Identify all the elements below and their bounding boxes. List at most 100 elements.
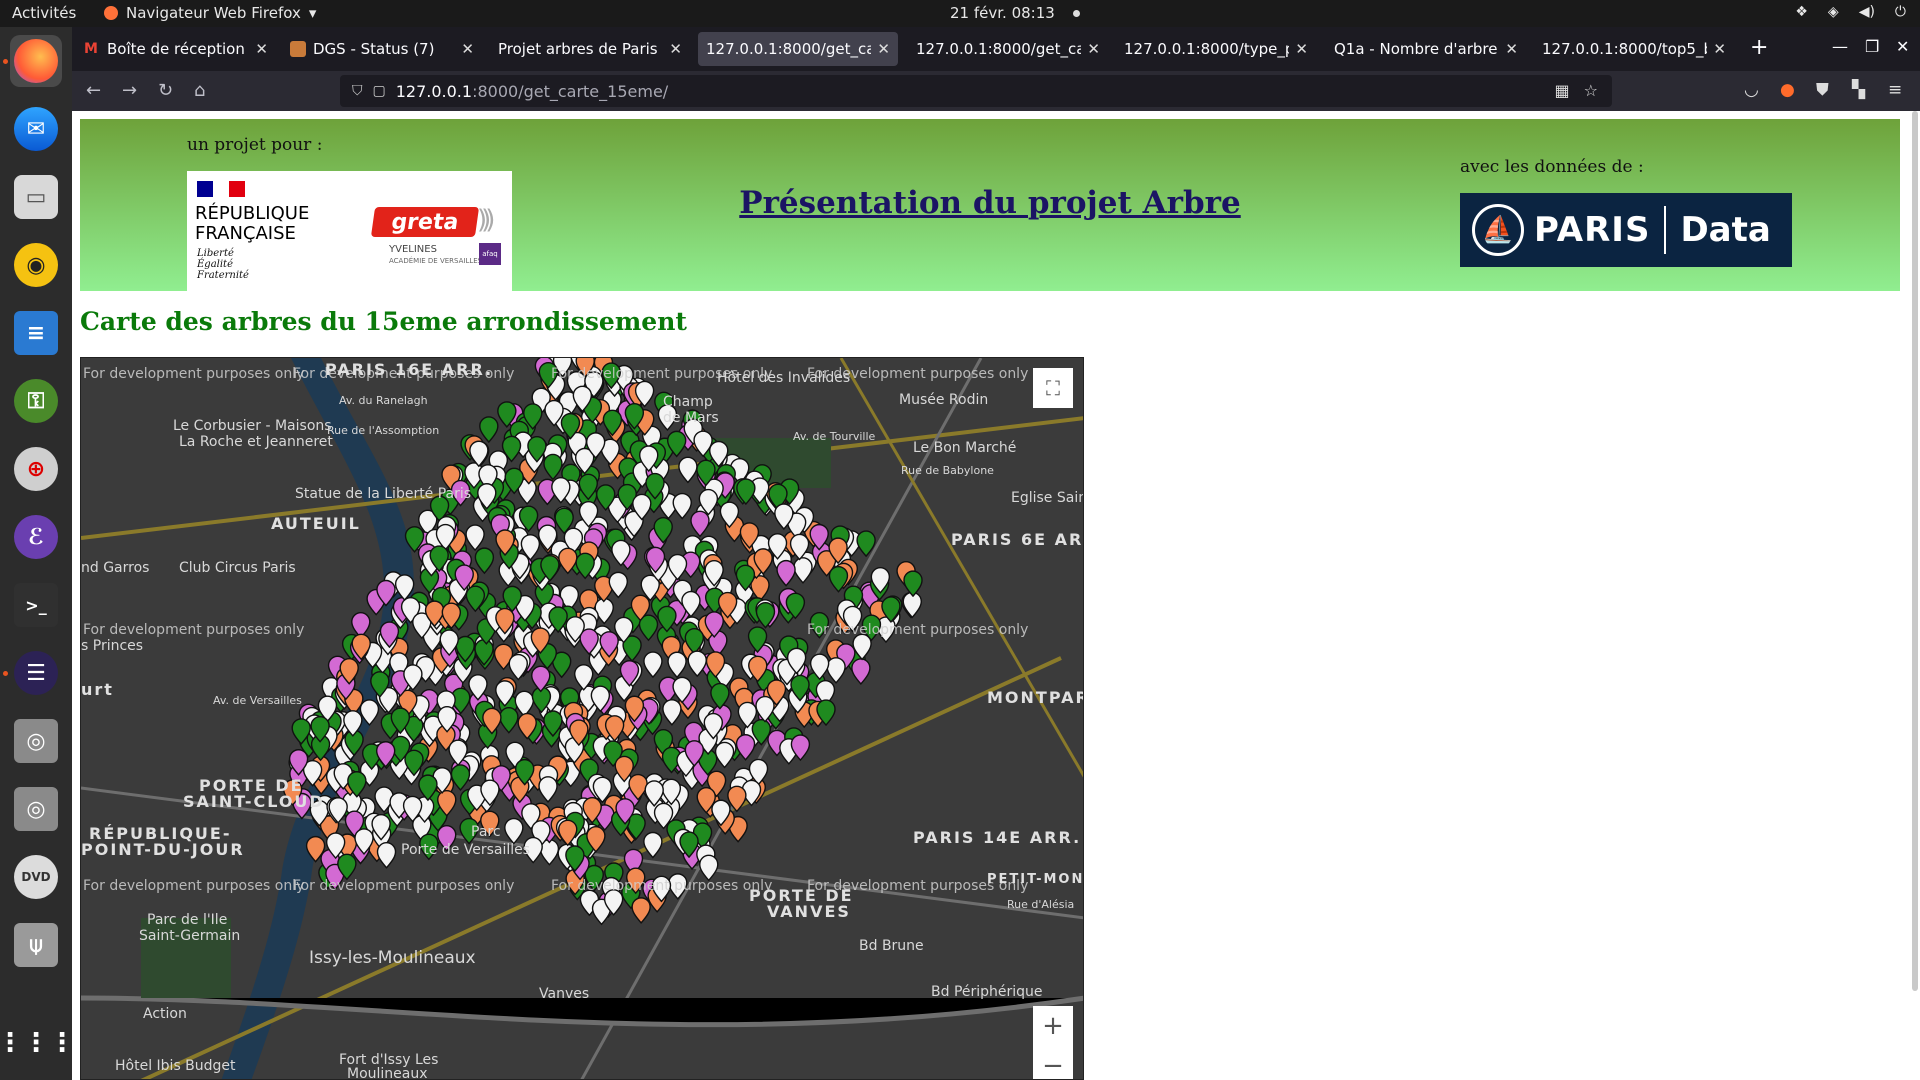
map-label: AUTEUIL bbox=[271, 514, 361, 533]
tab-get-carte[interactable]: 127.0.0.1:8000/get_carte_ ✕ bbox=[908, 32, 1108, 66]
disk-icon: ◎ bbox=[14, 719, 58, 763]
fullscreen-button[interactable]: ⛶ bbox=[1033, 368, 1073, 408]
tracking-shield-icon[interactable]: ⛉ bbox=[352, 83, 363, 99]
zoom-in-button[interactable]: + bbox=[1033, 1006, 1073, 1046]
dock: ✉ ▭ ◉ ≡ ⚿ ⊕ ℰ >_ ☰ ◎ ◎ DVD ⍦ ⋮⋮⋮ bbox=[0, 27, 75, 1080]
url-bar[interactable]: ⛉ ▢ 127.0.0.1:8000/get_carte_15eme/ ▦ ☆ bbox=[340, 75, 1612, 107]
map-label: POINT-DU-JOUR bbox=[81, 840, 245, 859]
dev-watermark: For development purposes only bbox=[551, 878, 773, 894]
show-apps-icon: ⋮⋮⋮ bbox=[0, 1028, 75, 1058]
tab-label: 127.0.0.1:8000/get_carte_ bbox=[706, 40, 872, 58]
map-label: Bd Brune bbox=[859, 938, 924, 954]
dock-disk-1[interactable]: ◎ bbox=[10, 715, 62, 767]
clock-label: 21 févr. 08:13 bbox=[950, 4, 1055, 22]
dock-gpick[interactable]: ⊕ bbox=[10, 443, 62, 495]
map-label: Champ de Mars bbox=[663, 394, 719, 426]
clock[interactable]: 21 févr. 08:13 bbox=[950, 4, 1080, 22]
tab-type-par[interactable]: 127.0.0.1:8000/type_par_a ✕ bbox=[1116, 32, 1316, 66]
map-label: Saint-Germain bbox=[139, 928, 241, 944]
dock-rhythmbox[interactable]: ◉ bbox=[10, 239, 62, 291]
dock-writer[interactable]: ≡ bbox=[10, 307, 62, 359]
devise: Liberté Égalité Fraternité bbox=[197, 248, 249, 281]
tab-dgs-status[interactable]: DGS - Status (7) ✕ bbox=[282, 32, 482, 66]
dock-keepass[interactable]: ⚿ bbox=[10, 375, 62, 427]
greta-subtitle: YVELINES bbox=[389, 244, 437, 255]
dock-usb[interactable]: ⍦ bbox=[10, 919, 62, 971]
google-map[interactable]: For development purposes only For develo… bbox=[80, 357, 1084, 1080]
chevron-down-icon: ▾ bbox=[308, 4, 317, 22]
map-label: Musée Rodin bbox=[899, 392, 989, 408]
zoom-out-button[interactable]: − bbox=[1033, 1046, 1073, 1079]
running-indicator bbox=[3, 671, 8, 676]
map-heading: Carte des arbres du 15eme arrondissement bbox=[80, 307, 687, 336]
map-label: VANVES bbox=[767, 902, 851, 921]
close-icon[interactable]: ✕ bbox=[877, 40, 890, 58]
tab-inbox[interactable]: M Boîte de réception (51) ✕ bbox=[76, 32, 276, 66]
close-icon[interactable]: ✕ bbox=[461, 40, 474, 58]
forward-arrow-icon[interactable]: → bbox=[122, 80, 137, 101]
page-info-icon[interactable]: ▢ bbox=[373, 83, 386, 99]
navigation-bar: ← → ↻ ⌂ ⛉ ▢ 127.0.0.1:8000/get_carte_15e… bbox=[72, 71, 1920, 111]
header-banner: un projet pour : RÉPUBLIQUE FRANÇAISE Lib… bbox=[80, 119, 1900, 291]
qr-code-icon[interactable]: ▦ bbox=[1555, 81, 1570, 100]
close-icon[interactable]: ✕ bbox=[255, 40, 268, 58]
app-menu[interactable]: Navigateur Web Firefox ▾ bbox=[104, 4, 316, 22]
map-label: SAINT-CLOUD bbox=[183, 792, 325, 811]
map-label: Rue de l'Assomption bbox=[327, 424, 440, 437]
files-icon: ▭ bbox=[14, 175, 58, 219]
tab-q1a[interactable]: Q1a - Nombre d'arbre par ✕ bbox=[1326, 32, 1526, 66]
data-source-label: avec les données de : bbox=[1460, 157, 1644, 177]
dock-eclipse[interactable]: ☰ bbox=[10, 647, 62, 699]
paris-data-logo: ⛵ PARIS Data bbox=[1460, 193, 1792, 267]
dropbox-icon: ❖ bbox=[1795, 4, 1808, 20]
close-window-icon[interactable]: ✕ bbox=[1896, 37, 1909, 56]
activities-button[interactable]: Activités bbox=[12, 4, 76, 22]
back-arrow-icon[interactable]: ← bbox=[86, 80, 101, 101]
restore-icon[interactable]: ❐ bbox=[1865, 37, 1879, 56]
reload-icon[interactable]: ↻ bbox=[158, 80, 173, 101]
map-label: s Princes bbox=[81, 638, 144, 654]
url-text[interactable]: 127.0.0.1:8000/get_carte_15eme/ bbox=[396, 82, 668, 101]
close-icon[interactable]: ✕ bbox=[1505, 40, 1518, 58]
close-icon[interactable]: ✕ bbox=[1087, 40, 1100, 58]
brave-extension-icon[interactable]: ● bbox=[1780, 80, 1795, 100]
dock-emacs[interactable]: ℰ bbox=[10, 511, 62, 563]
project-for-label: un projet pour : bbox=[187, 135, 323, 155]
tab-top5-bis[interactable]: 127.0.0.1:8000/top5_bis/ ✕ bbox=[1534, 32, 1734, 66]
map-label: Eglise Saint bbox=[1011, 490, 1083, 506]
map-label: Vanves bbox=[539, 986, 590, 1002]
map-label: Rue de Babylone bbox=[901, 464, 994, 477]
greta-academie: ACADÉMIE DE VERSAILLES bbox=[389, 257, 483, 265]
dock-dvd[interactable]: DVD bbox=[10, 851, 62, 903]
dock-terminal[interactable]: >_ bbox=[10, 579, 62, 631]
map-label: Parc de l'Ile bbox=[147, 912, 228, 928]
page-scrollbar[interactable] bbox=[1912, 111, 1918, 991]
bookmark-star-icon[interactable]: ☆ bbox=[1584, 81, 1598, 100]
close-icon[interactable]: ✕ bbox=[1713, 40, 1726, 58]
close-icon[interactable]: ✕ bbox=[1295, 40, 1308, 58]
system-tray[interactable]: ❖ ◈ ◀) ⏻ bbox=[1795, 4, 1906, 20]
tab-label: Projet arbres de Paris bbox=[498, 40, 658, 58]
dock-thunderbird[interactable]: ✉ bbox=[10, 103, 62, 155]
url-actions: ▦ ☆ bbox=[1555, 81, 1598, 100]
afaq-logo: afaq bbox=[479, 243, 501, 265]
home-icon[interactable]: ⌂ bbox=[194, 80, 205, 101]
tab-projet-arbres[interactable]: Projet arbres de Paris ✕ bbox=[490, 32, 690, 66]
dock-firefox[interactable] bbox=[10, 35, 62, 87]
minimize-icon[interactable]: — bbox=[1832, 37, 1848, 56]
extensions-icon[interactable]: ▚ bbox=[1852, 80, 1865, 100]
pocket-icon[interactable]: ◡ bbox=[1744, 80, 1759, 100]
logo-separator bbox=[1664, 206, 1667, 254]
tab-label: 127.0.0.1:8000/get_carte_ bbox=[916, 40, 1082, 58]
map-label: Bd Périphérique bbox=[931, 984, 1043, 1000]
dock-files[interactable]: ▭ bbox=[10, 171, 62, 223]
dvd-icon: DVD bbox=[14, 855, 58, 899]
privacy-badger-icon[interactable]: ⛊ bbox=[1816, 80, 1829, 100]
new-tab-plus-icon[interactable]: + bbox=[1750, 35, 1768, 60]
dock-show-apps[interactable]: ⋮⋮⋮ bbox=[0, 1017, 75, 1069]
tab-label: Q1a - Nombre d'arbre par bbox=[1334, 40, 1499, 58]
close-icon[interactable]: ✕ bbox=[669, 40, 682, 58]
hamburger-menu-icon[interactable]: ≡ bbox=[1888, 80, 1902, 100]
tab-get-carte-15eme[interactable]: 127.0.0.1:8000/get_carte_ ✕ bbox=[698, 32, 898, 66]
dock-disk-2[interactable]: ◎ bbox=[10, 783, 62, 835]
